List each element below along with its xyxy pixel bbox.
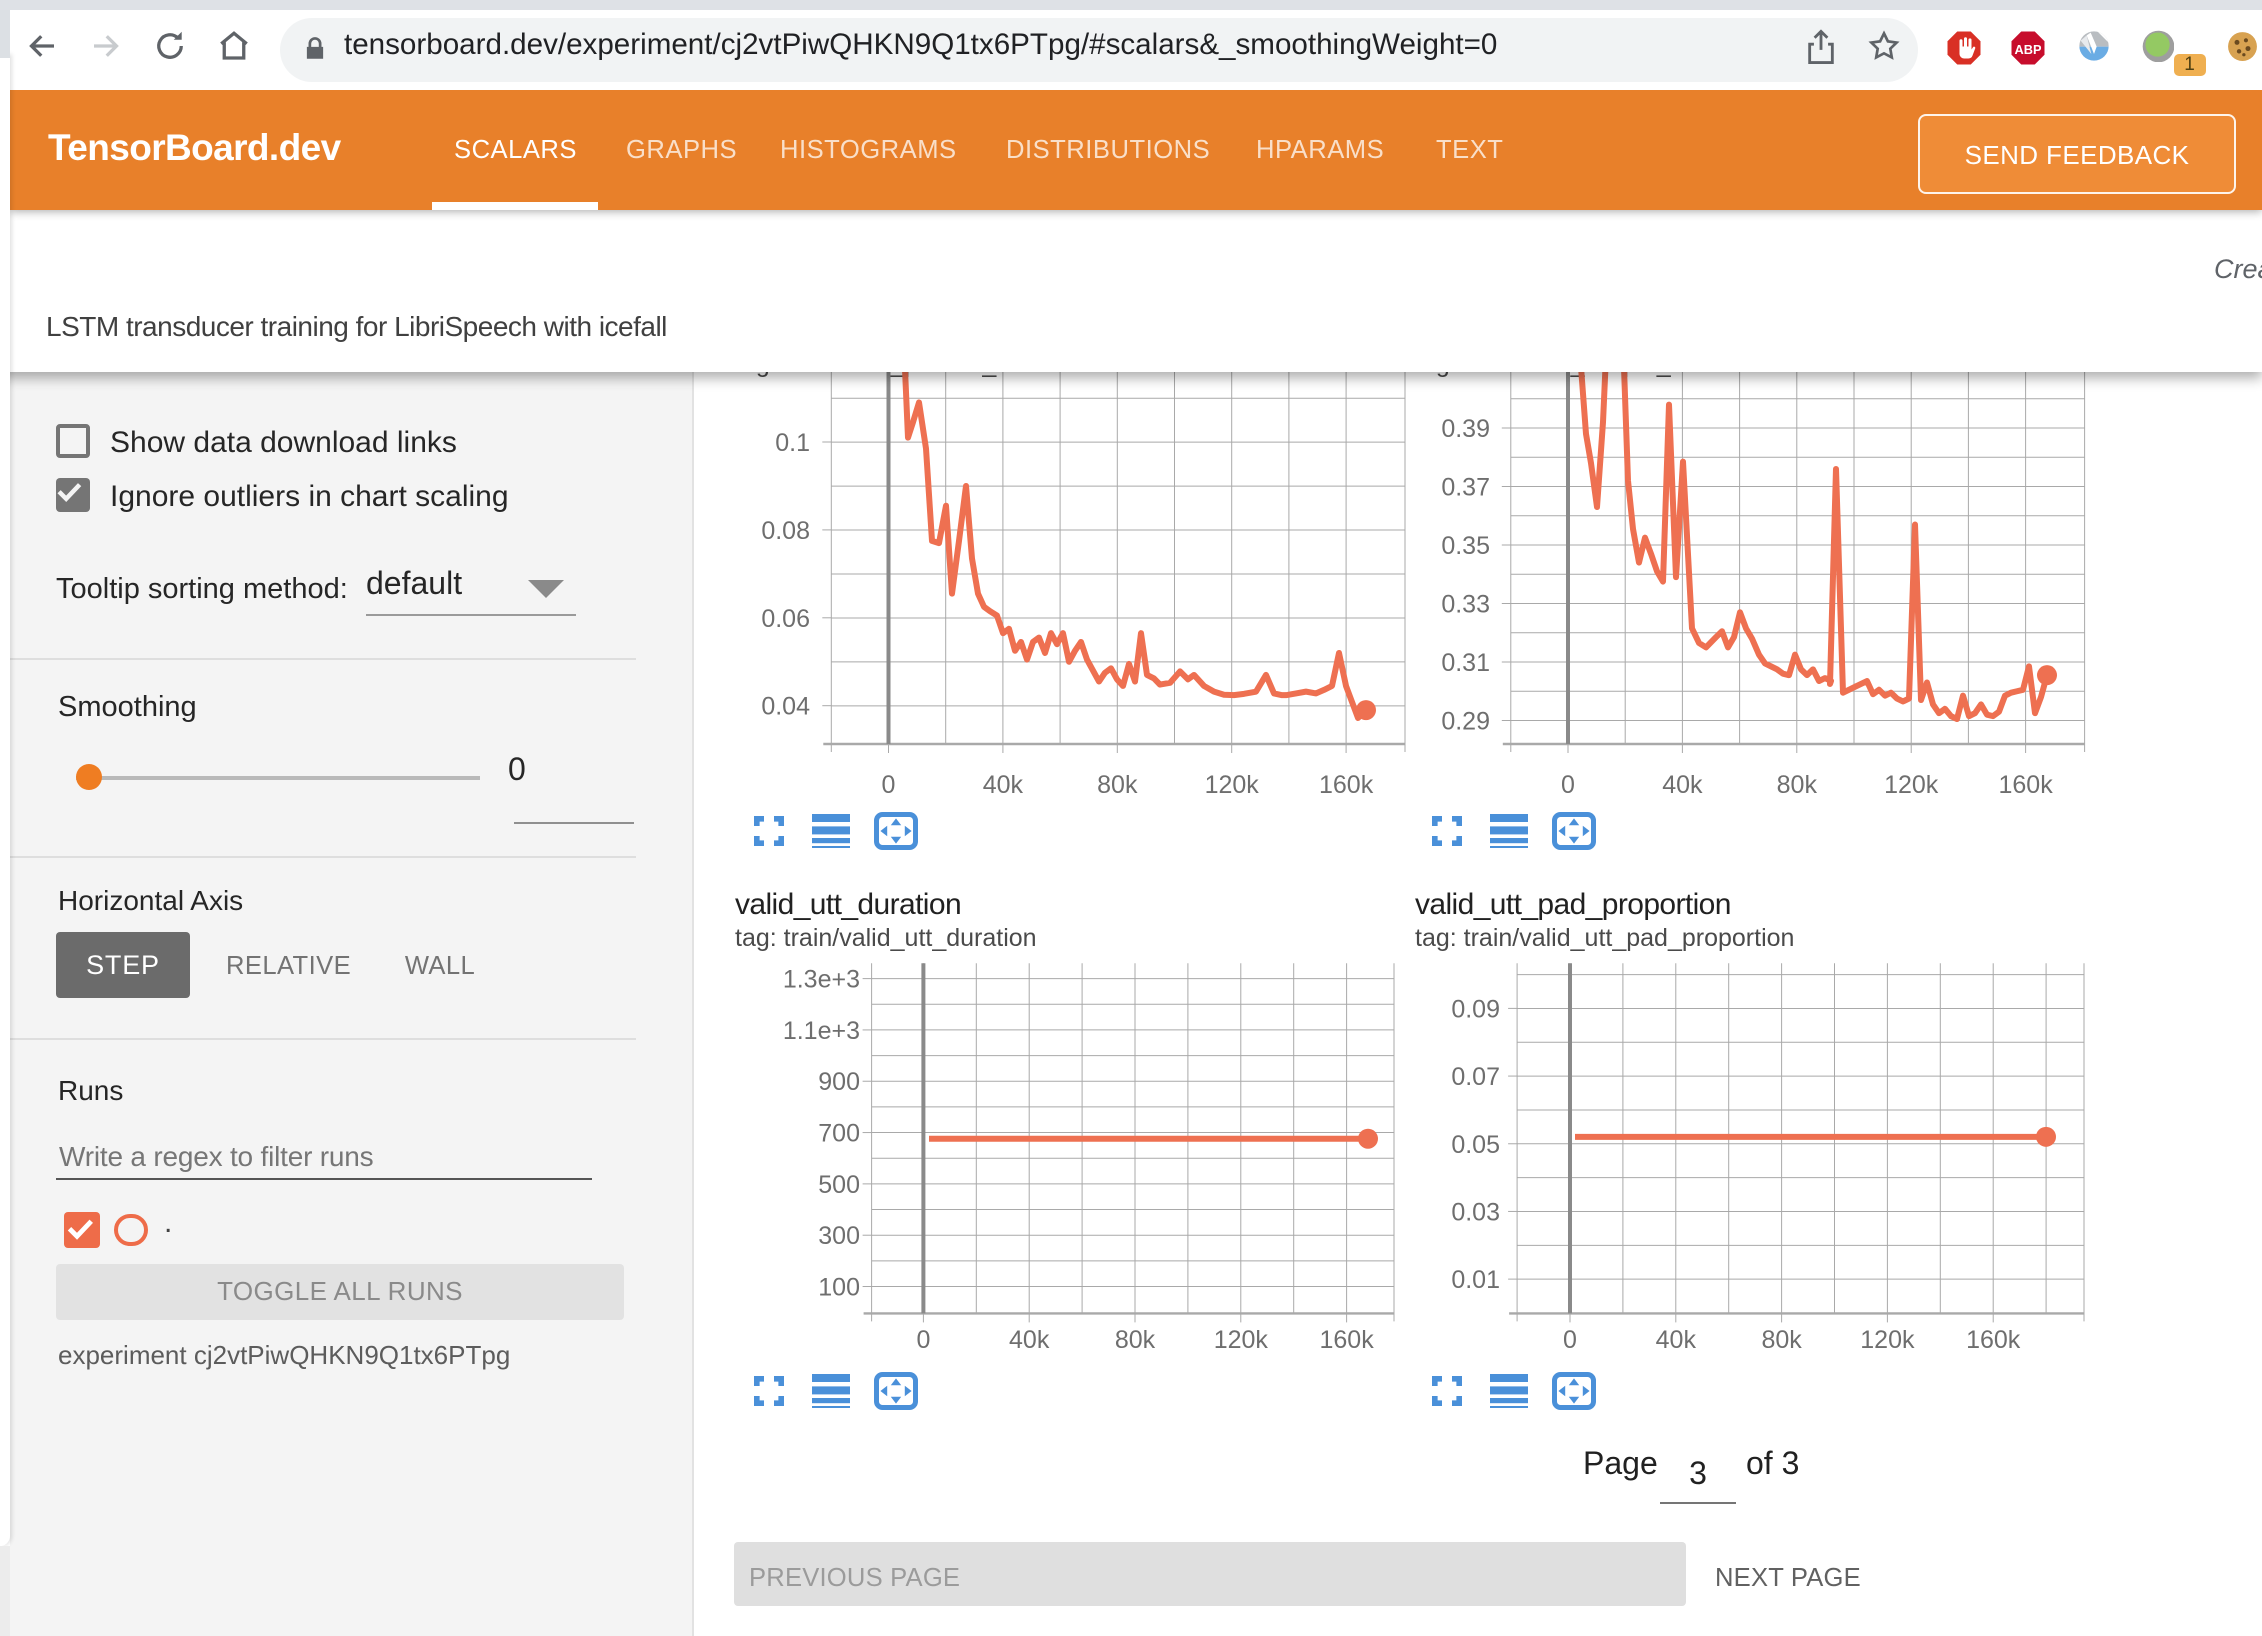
svg-text:0.04: 0.04 — [761, 692, 810, 720]
svg-text:500: 500 — [818, 1171, 860, 1199]
svg-text:80k: 80k — [1097, 770, 1138, 798]
svg-text:0.07: 0.07 — [1451, 1063, 1500, 1091]
svg-text:300: 300 — [818, 1222, 860, 1250]
svg-text:160k: 160k — [1319, 770, 1374, 798]
svg-text:160k: 160k — [1966, 1326, 2021, 1354]
svg-text:0.08: 0.08 — [761, 516, 810, 544]
svg-text:120k: 120k — [1884, 770, 1939, 798]
svg-text:0.39: 0.39 — [1441, 414, 1490, 442]
svg-text:40k: 40k — [1662, 770, 1703, 798]
svg-text:0.05: 0.05 — [1451, 1131, 1500, 1159]
svg-text:0.31: 0.31 — [1441, 648, 1490, 676]
svg-text:120k: 120k — [1205, 770, 1260, 798]
svg-text:ABP: ABP — [2015, 41, 2042, 56]
svg-text:160k: 160k — [1319, 1326, 1374, 1354]
svg-text:0.01: 0.01 — [1451, 1266, 1500, 1294]
svg-text:80k: 80k — [1761, 1326, 1802, 1354]
svg-text:0.35: 0.35 — [1441, 531, 1490, 559]
svg-text:40k: 40k — [983, 770, 1024, 798]
svg-text:1.1e+3: 1.1e+3 — [783, 1017, 860, 1045]
svg-text:80k: 80k — [1777, 770, 1818, 798]
svg-text:40k: 40k — [1009, 1326, 1050, 1354]
svg-text:120k: 120k — [1860, 1326, 1915, 1354]
svg-text:700: 700 — [818, 1120, 860, 1148]
svg-text:1.3e+3: 1.3e+3 — [783, 966, 860, 994]
svg-text:0.1: 0.1 — [775, 428, 810, 456]
svg-text:40k: 40k — [1656, 1326, 1697, 1354]
svg-text:160k: 160k — [1998, 770, 2053, 798]
svg-text:0.06: 0.06 — [761, 604, 810, 632]
svg-text:80k: 80k — [1115, 1326, 1156, 1354]
svg-text:900: 900 — [818, 1068, 860, 1096]
svg-text:100: 100 — [818, 1274, 860, 1302]
svg-text:0: 0 — [882, 770, 896, 798]
svg-text:0.09: 0.09 — [1451, 995, 1500, 1023]
svg-text:0.03: 0.03 — [1451, 1198, 1500, 1226]
svg-text:0.37: 0.37 — [1441, 473, 1490, 501]
svg-text:0: 0 — [1561, 770, 1575, 798]
svg-text:0: 0 — [1563, 1326, 1577, 1354]
svg-text:0.33: 0.33 — [1441, 590, 1490, 618]
svg-text:0: 0 — [916, 1326, 930, 1354]
svg-text:120k: 120k — [1214, 1326, 1269, 1354]
svg-text:0.29: 0.29 — [1441, 707, 1490, 735]
